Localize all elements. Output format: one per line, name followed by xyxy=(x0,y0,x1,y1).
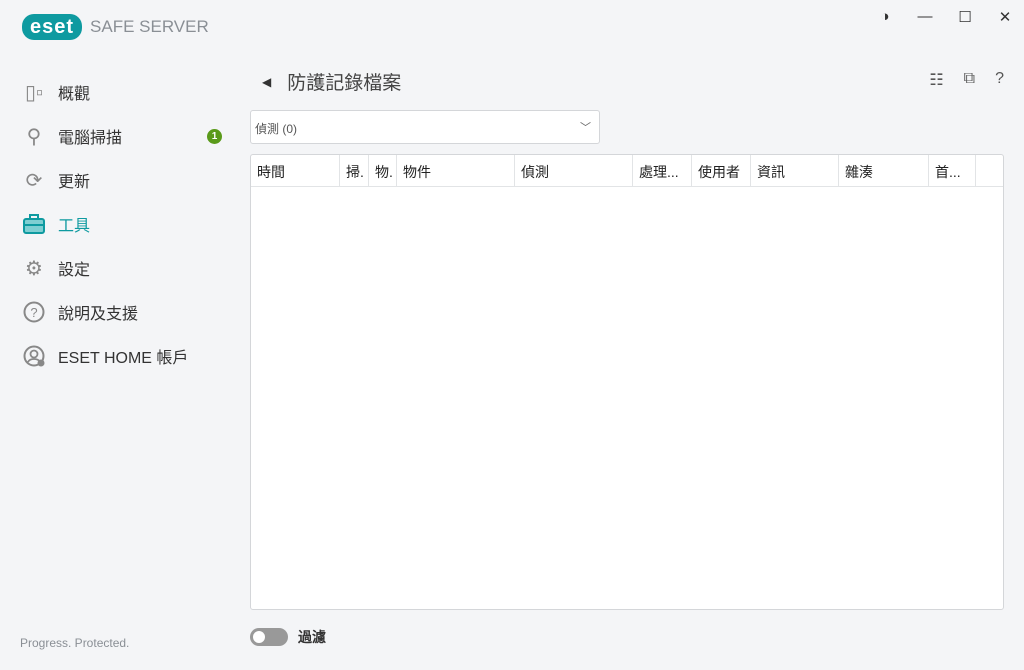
sidebar-item-label: 說明及支援 xyxy=(58,306,139,323)
logo-badge: eset xyxy=(22,14,83,40)
filter-control: 過濾 xyxy=(250,627,326,647)
log-type-select[interactable]: 偵測 (0) ﹀ xyxy=(250,110,600,144)
column-header[interactable] xyxy=(976,155,1003,186)
chevron-down-icon: ﹀ xyxy=(580,122,591,134)
header-tools: ☷ ⧉ ? xyxy=(929,70,1004,90)
tagline: Progress. Protected. xyxy=(20,636,130,650)
close-button[interactable]: ✕ xyxy=(996,8,1014,26)
sidebar-item-label: ESET HOME 帳戶 xyxy=(58,350,189,367)
log-table: 時間 掃. 物. 物件 偵測 處理... 使用者 資訊 雜湊 首... xyxy=(250,154,1004,610)
filter-label: 過濾 xyxy=(298,629,326,645)
notification-badge: 1 xyxy=(207,128,222,144)
toolbox-icon xyxy=(22,212,46,236)
gear-icon: ⚙ xyxy=(25,257,43,280)
copy-icon[interactable]: ⧉ xyxy=(964,70,975,90)
column-header[interactable]: 物件 xyxy=(397,155,515,186)
column-header[interactable]: 資訊 xyxy=(751,155,839,186)
sidebar-item-overview[interactable]: ▯▫ 概觀 xyxy=(22,70,232,114)
help-icon: ? xyxy=(22,300,46,324)
sidebar-nav: ▯▫ 概觀 ⚲ 電腦掃描 1 ⟳ 更新 工具 ⚙ 設定 ? 說明及支援 ESET… xyxy=(22,70,232,378)
sidebar-item-label: 概觀 xyxy=(58,86,91,103)
page-title: 防護記錄檔案 xyxy=(287,73,402,94)
sidebar-item-label: 電腦掃描 xyxy=(58,130,123,147)
sidebar-item-label: 工具 xyxy=(58,218,91,235)
overview-icon: ▯▫ xyxy=(24,81,44,104)
column-header[interactable]: 處理... xyxy=(633,155,692,186)
refresh-icon: ⟳ xyxy=(25,169,43,192)
filter-toggle[interactable] xyxy=(250,628,288,646)
sidebar-item-scan[interactable]: ⚲ 電腦掃描 1 xyxy=(22,114,232,158)
table-header: 時間 掃. 物. 物件 偵測 處理... 使用者 資訊 雜湊 首... xyxy=(251,155,1003,187)
maximize-button[interactable]: ☐ xyxy=(956,8,974,26)
sidebar-item-account[interactable]: ESET HOME 帳戶 xyxy=(22,334,232,378)
search-icon: ⚲ xyxy=(26,125,42,148)
minimize-button[interactable]: — xyxy=(916,8,934,26)
svg-text:?: ? xyxy=(30,305,37,320)
column-header[interactable]: 首... xyxy=(929,155,976,186)
sidebar-item-label: 設定 xyxy=(58,262,91,279)
column-header[interactable]: 時間 xyxy=(251,155,340,186)
eset-logo: eset SAFE SERVER xyxy=(22,14,209,40)
column-header[interactable]: 使用者 xyxy=(692,155,751,186)
theme-icon[interactable]: ◑ xyxy=(876,8,894,26)
page-header: ◀ 防護記錄檔案 xyxy=(262,68,401,95)
sidebar-item-label: 更新 xyxy=(58,174,91,191)
column-header[interactable]: 偵測 xyxy=(515,155,633,186)
view-options-icon[interactable]: ☷ xyxy=(929,70,943,90)
help-icon[interactable]: ? xyxy=(995,70,1004,90)
sidebar-item-update[interactable]: ⟳ 更新 xyxy=(22,158,232,202)
column-header[interactable]: 掃. xyxy=(340,155,369,186)
column-header[interactable]: 物. xyxy=(369,155,397,186)
back-icon[interactable]: ◀ xyxy=(262,75,271,89)
window-controls: ◑ — ☐ ✕ xyxy=(876,8,1014,26)
product-name: SAFE SERVER xyxy=(90,17,209,36)
sidebar-item-settings[interactable]: ⚙ 設定 xyxy=(22,246,232,290)
sidebar-item-help[interactable]: ? 說明及支援 xyxy=(22,290,232,334)
column-header[interactable]: 雜湊 xyxy=(839,155,929,186)
account-icon xyxy=(22,344,46,368)
sidebar-item-tools[interactable]: 工具 xyxy=(22,202,232,246)
select-value: 偵測 (0) xyxy=(255,122,298,136)
